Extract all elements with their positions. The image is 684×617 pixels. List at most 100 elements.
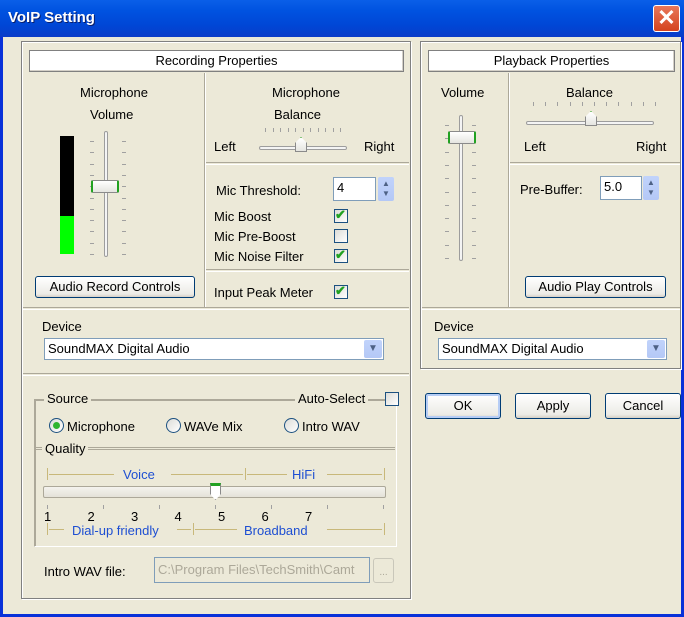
slider-tick — [630, 102, 632, 106]
audio-play-controls-button[interactable]: Audio Play Controls — [525, 276, 666, 298]
range-line — [247, 474, 287, 475]
slider-tick — [122, 220, 126, 222]
divider — [206, 269, 409, 272]
intro-wav-browse-button[interactable]: ... — [373, 558, 394, 583]
range-marker — [384, 468, 385, 480]
auto-select-checkbox[interactable] — [385, 392, 399, 406]
quality-dialup-label: Dial-up friendly — [72, 523, 159, 538]
mic-balance-left-label: Left — [214, 139, 236, 154]
range-marker — [384, 523, 385, 535]
range-line — [327, 474, 382, 475]
prebuffer-input[interactable]: 5.0 — [600, 176, 642, 200]
apply-button[interactable]: Apply — [515, 393, 591, 419]
slider-tick — [90, 163, 94, 165]
slider-tick — [445, 151, 449, 153]
slider-tick — [90, 242, 94, 244]
recording-header: Recording Properties — [29, 50, 404, 72]
quality-divider — [35, 447, 395, 450]
slider-tick — [325, 128, 326, 132]
slider-tick — [287, 128, 289, 132]
slider-tick — [472, 258, 476, 259]
chevron-down-icon[interactable]: ▼ — [364, 340, 382, 358]
mic-balance-label-2: Balance — [274, 107, 321, 122]
mic-threshold-input[interactable]: 4 — [333, 177, 376, 201]
slider-tick — [472, 125, 476, 126]
input-level-meter — [60, 136, 74, 254]
slider-tick — [103, 505, 104, 509]
slider-tick — [445, 218, 449, 220]
slider-tick — [295, 128, 296, 132]
input-level-fill — [60, 216, 74, 254]
slider-tick — [90, 174, 94, 176]
ok-button[interactable]: OK — [425, 393, 501, 419]
slider-tick — [327, 505, 328, 509]
playback-device-label: Device — [434, 319, 474, 334]
chevron-down-icon[interactable]: ▼ — [647, 340, 665, 358]
slider-tick — [545, 102, 547, 106]
range-line — [177, 529, 191, 530]
divider — [23, 373, 409, 376]
slider-tick — [90, 254, 94, 255]
title-bar[interactable]: VoIP Setting ✕ — [0, 0, 684, 37]
source-wave-mix-radio[interactable] — [166, 418, 181, 433]
slider-tick — [383, 505, 384, 509]
range-marker — [245, 468, 246, 480]
divider — [23, 307, 409, 310]
slider-tick — [332, 128, 334, 132]
mic-volume-thumb[interactable] — [91, 180, 119, 193]
intro-wav-file-label: Intro WAV file: — [44, 564, 126, 579]
divider — [206, 162, 409, 165]
slider-tick — [122, 152, 126, 154]
source-intro-wav-radio[interactable] — [284, 418, 299, 433]
slider-tick — [90, 141, 94, 142]
slider-tick — [472, 151, 476, 153]
slider-tick — [122, 254, 126, 255]
slider-tick — [472, 164, 476, 166]
slider-tick — [122, 186, 126, 188]
window-title: VoIP Setting — [8, 9, 95, 26]
divider — [508, 73, 510, 307]
mic-threshold-label: Mic Threshold: — [216, 183, 302, 198]
range-marker — [47, 468, 48, 480]
slider-tick — [581, 102, 583, 106]
playback-volume-thumb[interactable] — [448, 131, 476, 144]
recording-device-select[interactable]: SoundMAX Digital Audio ▼ — [44, 338, 384, 360]
audio-record-controls-button[interactable]: Audio Record Controls — [35, 276, 195, 298]
quality-broadband-label: Broadband — [244, 523, 308, 538]
input-peak-meter-checkbox[interactable] — [334, 283, 348, 299]
slider-tick — [557, 102, 559, 106]
range-line — [49, 529, 64, 530]
range-line — [195, 529, 237, 530]
slider-tick — [618, 102, 620, 106]
slider-tick — [122, 197, 126, 199]
source-microphone-radio[interactable] — [49, 418, 64, 433]
mic-preboost-label: Mic Pre-Boost — [214, 229, 296, 244]
mic-preboost-checkbox[interactable] — [334, 229, 348, 243]
range-line — [49, 474, 114, 475]
quality-tick-label: 5 — [218, 509, 226, 524]
slider-tick — [445, 191, 449, 193]
range-marker — [193, 523, 194, 535]
cancel-button[interactable]: Cancel — [605, 393, 681, 419]
mic-volume-track[interactable] — [104, 131, 108, 257]
slider-tick — [310, 128, 311, 132]
mic-boost-label: Mic Boost — [214, 209, 272, 224]
close-button[interactable]: ✕ — [653, 5, 680, 32]
slider-tick — [122, 174, 126, 176]
playback-balance-right-label: Right — [636, 139, 667, 154]
slider-tick — [445, 244, 449, 246]
playback-device-select[interactable]: SoundMAX Digital Audio ▼ — [438, 338, 667, 360]
mic-boost-checkbox[interactable] — [334, 207, 348, 223]
divider — [510, 162, 680, 165]
mic-volume-label-1: Microphone — [80, 85, 148, 100]
slider-tick — [122, 208, 126, 210]
intro-wav-file-input[interactable]: C:\Program Files\TechSmith\Camt — [154, 557, 370, 583]
source-label: Source — [44, 391, 92, 406]
playback-balance-left-label: Left — [524, 139, 546, 154]
slider-tick — [445, 258, 449, 259]
slider-tick — [642, 102, 644, 106]
mic-noise-filter-checkbox[interactable] — [334, 247, 348, 263]
prebuffer-spinner[interactable]: ▲ ▼ — [643, 176, 659, 200]
mic-threshold-spinner[interactable]: ▲ ▼ — [378, 177, 394, 201]
slider-tick — [265, 128, 266, 132]
